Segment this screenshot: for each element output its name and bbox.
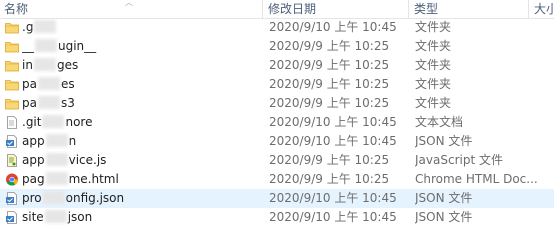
- redaction-blur: [34, 20, 57, 33]
- file-date-modified: 2020/9/9 上午 10:25: [269, 153, 390, 167]
- file-name: site json: [22, 208, 262, 227]
- redaction-blur: [35, 39, 57, 52]
- file-name-start: pag: [22, 172, 45, 186]
- file-type: 文件夹: [415, 39, 452, 53]
- file-name-end: es: [60, 77, 75, 91]
- file-name-end: ugin__: [58, 39, 97, 53]
- column-header-size[interactable]: 大小: [534, 0, 554, 18]
- file-name: pag me.html: [22, 170, 262, 189]
- file-type: 文件夹: [415, 77, 452, 91]
- file-row[interactable]: __ ugin__ 2020/9/9 上午 10:25 文件夹: [0, 37, 554, 56]
- file-date-modified: 2020/9/10 上午 10:45: [269, 20, 397, 34]
- file-date-modified: 2020/9/10 上午 10:45: [269, 134, 397, 148]
- file-type: 文本文档: [415, 115, 464, 129]
- file-name-start: .git: [22, 115, 42, 129]
- file-name: pa es: [22, 75, 262, 94]
- redaction-blur: [42, 191, 65, 204]
- file-row[interactable]: pa es 2020/9/9 上午 10:25 文件夹: [0, 75, 554, 94]
- folder-icon: [5, 40, 19, 53]
- file-name-end: me.html: [68, 172, 119, 186]
- file-name-end: n: [68, 134, 77, 148]
- file-row[interactable]: site json 2020/9/10 上午 10:45 JSON 文件: [0, 208, 554, 227]
- file-name-end: nore: [65, 115, 93, 129]
- file-name-end: json: [67, 210, 93, 224]
- redaction-blur: [42, 115, 65, 128]
- file-name: app vice.js: [22, 151, 262, 170]
- file-type: JSON 文件: [415, 210, 473, 224]
- file-date-modified: 2020/9/10 上午 10:45: [269, 210, 397, 224]
- file-name-start: site: [22, 210, 44, 224]
- file-name-start: in: [22, 58, 33, 72]
- file-name-end: vice.js: [68, 153, 107, 167]
- column-divider[interactable]: [262, 0, 263, 18]
- file-row[interactable]: .git nore 2020/9/10 上午 10:45 文本文档: [0, 113, 554, 132]
- file-type: 文件夹: [415, 20, 452, 34]
- file-name: __ ugin__: [22, 37, 262, 56]
- file-date-modified: 2020/9/10 上午 10:45: [269, 115, 397, 129]
- file-name-start: app: [22, 134, 45, 148]
- file-type: JavaScript 文件: [415, 153, 503, 167]
- file-name-start: pa: [22, 96, 37, 110]
- file-row[interactable]: pag me.html 2020/9/9 上午 10:25 Chrome HTML D…: [0, 170, 554, 189]
- file-date-modified: 2020/9/10 上午 10:45: [269, 191, 397, 205]
- file-name: .git nore: [22, 113, 262, 132]
- file-name-end: ges: [56, 58, 79, 72]
- file-type: 文件夹: [415, 96, 452, 110]
- redaction-blur: [33, 58, 56, 71]
- file-row[interactable]: app vice.js 2020/9/9 上午 10:25 JavaScript 文件: [0, 151, 554, 170]
- file-name: pa s3: [22, 94, 262, 113]
- column-header-bar: ︿ 名称 修改日期 类型 大小: [0, 0, 554, 19]
- redaction-blur: [44, 210, 67, 223]
- file-date-modified: 2020/9/9 上午 10:25: [269, 96, 390, 110]
- file-name-start: app: [22, 153, 45, 167]
- file-row[interactable]: .g 2020/9/10 上午 10:45 文件夹: [0, 18, 554, 37]
- file-date-modified: 2020/9/9 上午 10:25: [269, 77, 390, 91]
- column-header-type[interactable]: 类型: [414, 0, 524, 18]
- file-type: JSON 文件: [415, 134, 473, 148]
- file-type: 文件夹: [415, 58, 452, 72]
- file-name: pro onfig.json: [22, 189, 262, 208]
- column-divider[interactable]: [528, 0, 529, 18]
- file-type: Chrome HTML Doc...: [415, 172, 538, 186]
- redaction-blur: [45, 134, 68, 147]
- file-name: in ges: [22, 56, 262, 75]
- file-name-start: __: [22, 39, 34, 53]
- file-name-end: s3: [60, 96, 75, 110]
- file-row[interactable]: pa s3 2020/9/9 上午 10:25 文件夹: [0, 94, 554, 113]
- redaction-blur: [37, 96, 60, 109]
- file-type: JSON 文件: [415, 191, 473, 205]
- folder-icon: [5, 78, 19, 91]
- folder-icon: [5, 21, 19, 34]
- file-name-end: onfig.json: [65, 191, 125, 205]
- file-name: app n: [22, 132, 262, 151]
- js-file-icon: [5, 154, 19, 167]
- file-date-modified: 2020/9/9 上午 10:25: [269, 172, 390, 186]
- file-date-modified: 2020/9/9 上午 10:25: [269, 58, 390, 72]
- column-divider[interactable]: [408, 0, 409, 18]
- redaction-blur: [37, 77, 60, 90]
- redaction-blur: [45, 153, 68, 166]
- text-file-icon: [5, 116, 19, 129]
- chrome-icon: [5, 173, 19, 186]
- file-date-modified: 2020/9/9 上午 10:25: [269, 39, 390, 53]
- column-header-name[interactable]: 名称: [4, 0, 259, 18]
- file-name-start: .g: [22, 20, 34, 34]
- file-name-start: pro: [22, 191, 42, 205]
- folder-icon: [5, 59, 19, 72]
- file-row[interactable]: pro onfig.json 2020/9/10 上午 10:45 JSON 文件: [0, 189, 554, 208]
- file-row[interactable]: in ges 2020/9/9 上午 10:25 文件夹: [0, 56, 554, 75]
- file-name: .g: [22, 18, 262, 37]
- column-header-date-modified[interactable]: 修改日期: [268, 0, 408, 18]
- redaction-blur: [45, 172, 68, 185]
- json-file-icon: [5, 192, 19, 205]
- json-file-icon: [5, 211, 19, 224]
- file-row[interactable]: app n 2020/9/10 上午 10:45 JSON 文件: [0, 132, 554, 151]
- json-file-icon: [5, 135, 19, 148]
- folder-icon: [5, 97, 19, 110]
- file-name-start: pa: [22, 77, 37, 91]
